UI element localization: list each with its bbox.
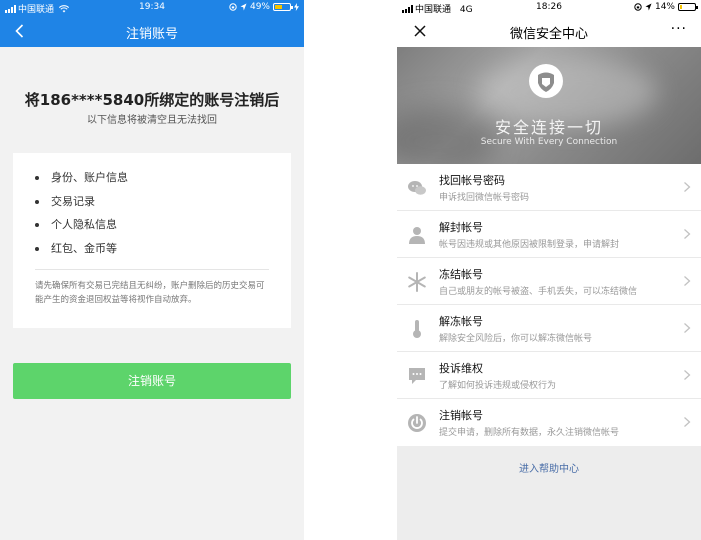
status-bar: 中国联通 19:34 49% <box>0 0 304 15</box>
menu-item-cancel-account[interactable]: 注销帐号 提交申请，删除所有数据，永久注销微信帐号 <box>397 399 701 446</box>
menu-item-desc: 了解如何投诉违规或侵权行为 <box>439 381 557 391</box>
menu-item-desc: 自己或朋友的帐号被盗、手机丢失，可以冻结微信 <box>439 287 638 297</box>
chevron-right-icon <box>684 323 691 333</box>
subline: 以下信息将被清空且无法找回 <box>87 115 217 126</box>
battery-percent: 49% <box>249 2 270 12</box>
battery-percent: 14% <box>654 2 675 12</box>
chevron-right-icon <box>684 276 691 286</box>
menu-item-desc: 帐号因违规或其他原因被限制登录，申请解封 <box>439 240 620 250</box>
list-item: 身份、账户信息 <box>35 169 128 193</box>
banner-slogan-en: Secure With Every Connection <box>480 137 618 147</box>
menu-item-title: 解冻帐号 <box>439 315 483 328</box>
snowflake-icon <box>408 272 426 292</box>
chevron-right-icon <box>684 370 691 380</box>
menu-item-freeze-account[interactable]: 冻结帐号 自己或朋友的帐号被盗、手机丢失，可以冻结微信 <box>397 258 701 305</box>
chevron-right-icon <box>684 182 691 192</box>
cancel-account-button[interactable]: 注销账号 <box>13 363 291 399</box>
status-bar: 中国联通 4G 18:26 14% <box>397 0 701 15</box>
security-logo-icon <box>529 64 563 98</box>
status-right: 49% <box>229 2 299 12</box>
menu-item-unblock-account[interactable]: 解封帐号 帐号因违规或其他原因被限制登录，申请解封 <box>397 211 701 258</box>
person-icon <box>409 227 425 244</box>
menu-item-desc: 解除安全风险后，你可以解冻微信帐号 <box>439 334 593 344</box>
page-title: 微信安全中心 <box>509 27 588 42</box>
battery-icon <box>273 3 293 11</box>
security-menu: 找回帐号密码 申诉找回微信帐号密码 解封帐号 帐号因违规或其他原因被限制登录，申… <box>397 164 701 446</box>
menu-item-complaint[interactable]: 投诉维权 了解如何投诉违规或侵权行为 <box>397 352 701 399</box>
thermometer-icon <box>413 320 421 338</box>
chevron-right-icon <box>684 229 691 239</box>
info-card: 身份、账户信息 交易记录 个人隐私信息 红包、金币等 请先确保所有交易已完结且无… <box>13 153 291 328</box>
nav-bar: 注销账号 <box>0 15 304 47</box>
battery-icon <box>678 3 698 11</box>
list-item: 个人隐私信息 <box>35 216 128 240</box>
warning-note: 请先确保所有交易已完结且无纠纷，账户删除后的历史交易可能产生的资金退回权益等将视… <box>35 281 265 305</box>
menu-item-unfreeze-account[interactable]: 解冻帐号 解除安全风险后，你可以解冻微信帐号 <box>397 305 701 352</box>
complaint-icon <box>409 368 425 384</box>
banner-slogan: 安全连接一切 <box>494 118 603 137</box>
left-phone-screen: 中国联通 19:34 49% 注销账号 将186****5840所绑定的账号注销… <box>0 0 304 540</box>
chevron-right-icon <box>684 417 691 427</box>
menu-item-recover-password[interactable]: 找回帐号密码 申诉找回微信帐号密码 <box>397 164 701 211</box>
location-icon <box>240 3 247 11</box>
menu-item-title: 冻结帐号 <box>439 268 483 281</box>
headline: 将186****5840所绑定的账号注销后 <box>24 91 280 109</box>
list-item: 红包、金币等 <box>35 240 128 264</box>
menu-item-title: 注销帐号 <box>439 409 483 422</box>
status-right: 14% <box>634 2 698 12</box>
page-title: 注销账号 <box>125 27 178 42</box>
menu-item-desc: 申诉找回微信帐号密码 <box>439 193 530 203</box>
chat-bubbles-icon <box>408 181 426 195</box>
lock-rotation-icon <box>634 3 642 11</box>
right-phone-screen: 中国联通 4G 18:26 14% 微信安全中心 ··· 安全连接一切 Secu… <box>397 0 701 540</box>
menu-item-title: 找回帐号密码 <box>439 174 505 187</box>
location-icon <box>645 3 652 11</box>
divider <box>35 269 269 270</box>
power-icon <box>408 414 426 432</box>
charging-icon <box>294 3 299 11</box>
banner: 安全连接一切 Secure With Every Connection <box>397 47 701 164</box>
more-menu-icon[interactable]: ··· <box>671 21 687 37</box>
cleared-info-list: 身份、账户信息 交易记录 个人隐私信息 红包、金币等 <box>35 169 128 263</box>
nav-bar: 微信安全中心 ··· <box>397 15 701 47</box>
menu-item-title: 解封帐号 <box>439 221 483 234</box>
help-center-link[interactable]: 进入帮助中心 <box>397 460 701 475</box>
list-item: 交易记录 <box>35 193 128 217</box>
menu-item-title: 投诉维权 <box>439 362 483 375</box>
lock-rotation-icon <box>229 3 237 11</box>
menu-item-desc: 提交申请，删除所有数据，永久注销微信帐号 <box>439 428 620 438</box>
